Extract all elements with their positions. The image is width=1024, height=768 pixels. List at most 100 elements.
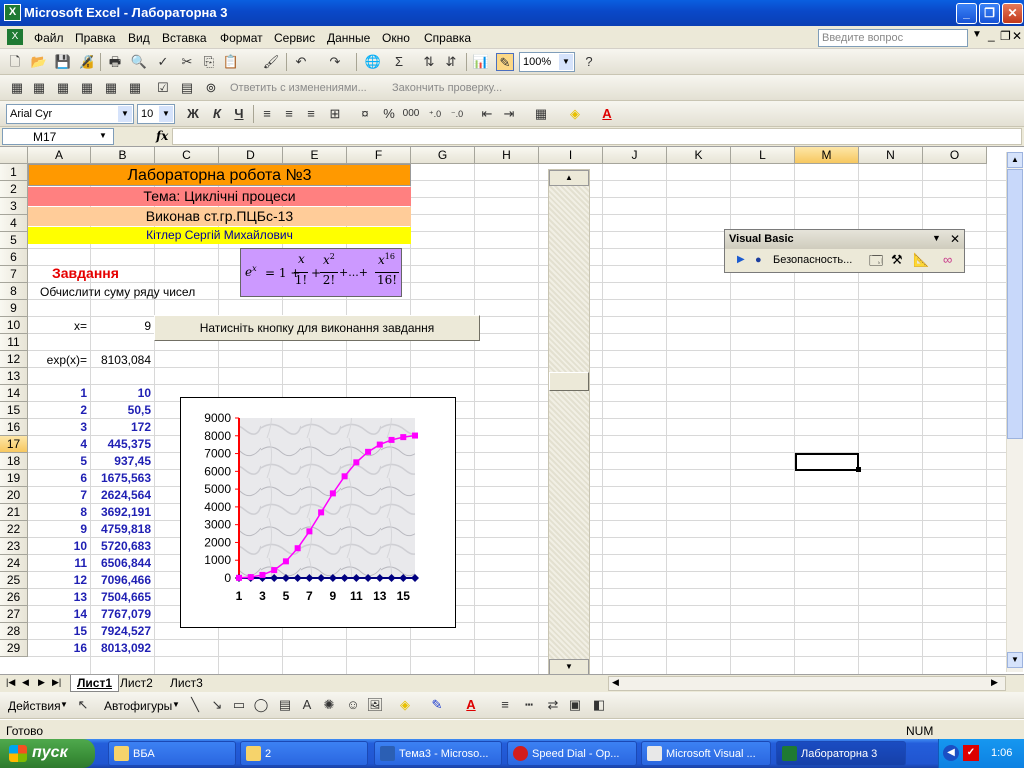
autoshapes-menu[interactable]: Автофигуры <box>104 699 172 713</box>
scrollbar-control[interactable]: ▲ ▼ <box>548 169 590 674</box>
scroll-thumb[interactable] <box>549 372 589 391</box>
series-formula-image[interactable]: ex = 1 + x 1! + x2 2! +...+ x16 16! <box>240 248 402 297</box>
row-header[interactable]: 11 <box>0 334 28 351</box>
row-header[interactable]: 26 <box>0 589 28 606</box>
menu-format[interactable]: Формат <box>220 31 263 45</box>
save-icon[interactable]: 💾 <box>54 53 72 71</box>
review-icon-3[interactable]: ▦ <box>54 79 72 97</box>
italic-button[interactable]: К <box>208 105 226 123</box>
font-size-select[interactable]: 10 ▼ <box>137 104 175 124</box>
chevron-down-icon[interactable]: ▼ <box>99 131 107 140</box>
column-header[interactable]: B <box>91 147 155 164</box>
chart-wizard-icon[interactable]: 📊 <box>472 53 490 71</box>
fill-handle[interactable] <box>856 467 861 472</box>
new-icon[interactable]: 🗋 <box>6 53 24 71</box>
thousands-button[interactable]: 000 <box>402 105 420 123</box>
table-sum-cell[interactable]: 5720,683 <box>91 538 154 555</box>
last-sheet-icon[interactable]: ▶| <box>52 677 61 688</box>
menu-view[interactable]: Вид <box>128 31 150 45</box>
task-excel[interactable]: Лабораторна 3 <box>776 741 906 766</box>
drawing-icon[interactable]: ✎ <box>496 53 514 71</box>
row-header[interactable]: 6 <box>0 249 28 266</box>
exp-value-cell[interactable]: 8103,084 <box>92 352 154 369</box>
close-icon[interactable]: ✕ <box>950 232 960 246</box>
open-icon[interactable]: 📂 <box>30 53 48 71</box>
protect-icon[interactable]: ⊚ <box>202 79 220 97</box>
increase-indent-icon[interactable]: ⇥ <box>500 105 518 123</box>
column-header[interactable]: D <box>219 147 283 164</box>
column-header[interactable]: J <box>603 147 667 164</box>
task-vba[interactable]: ВБА <box>108 741 236 766</box>
autosum-icon[interactable]: Σ <box>390 53 408 71</box>
run-macro-icon[interactable]: ▶ <box>737 254 745 265</box>
zoom-select[interactable]: 100% ▼ <box>519 52 575 72</box>
row-header[interactable]: 19 <box>0 470 28 487</box>
borders-icon[interactable]: ▦ <box>532 105 550 123</box>
restore-button[interactable]: ❐ <box>979 3 1000 24</box>
comment-icon[interactable]: ▤ <box>178 79 196 97</box>
select-objects-icon[interactable]: ↖ <box>74 696 92 714</box>
worksheet-grid[interactable]: ABCDEFGHIJKLMNO 1 2 3 4 5 6 7 8 9 10 11 12 13 14 15 16 1… <box>0 147 1024 674</box>
decrease-decimal-icon[interactable]: ⁻.0 <box>448 105 466 123</box>
antivirus-icon[interactable]: ✓ <box>963 745 979 761</box>
excel-app-icon[interactable]: X <box>4 4 21 21</box>
format-painter-icon[interactable]: 🖌 <box>262 53 280 71</box>
table-sum-cell[interactable]: 8013,092 <box>91 640 154 657</box>
column-header[interactable]: E <box>283 147 347 164</box>
merge-center-icon[interactable]: ⊞ <box>326 105 344 123</box>
table-index-cell[interactable]: 10 <box>28 538 90 555</box>
run-task-button[interactable]: Натисніть кнопку для виконання завдання <box>154 315 480 341</box>
sort-descending-icon[interactable]: ⇵ <box>442 53 460 71</box>
doc-restore-button[interactable]: ❐ <box>1000 29 1011 43</box>
align-left-icon[interactable]: ≡ <box>258 105 276 123</box>
table-index-cell[interactable]: 13 <box>28 589 90 606</box>
row-header[interactable]: 23 <box>0 538 28 555</box>
row-header[interactable]: 5 <box>0 232 28 249</box>
table-index-cell[interactable]: 6 <box>28 470 90 487</box>
row-header[interactable]: 22 <box>0 521 28 538</box>
column-header[interactable]: M <box>795 147 859 164</box>
vb-editor-icon[interactable]: 🗔 <box>869 252 883 274</box>
arrow-icon[interactable]: ↘ <box>208 696 226 714</box>
insert-function-icon[interactable]: fx <box>156 129 168 143</box>
3d-icon[interactable]: ◧ <box>590 696 608 714</box>
row-header[interactable]: 9 <box>0 300 28 317</box>
menu-window[interactable]: Окно <box>382 31 410 45</box>
currency-icon[interactable]: ¤ <box>356 105 374 123</box>
decrease-indent-icon[interactable]: ⇤ <box>478 105 496 123</box>
table-sum-cell[interactable]: 4759,818 <box>91 521 154 538</box>
control-toolbox-icon[interactable]: ⚒ <box>891 252 903 268</box>
review-icon-2[interactable]: ▦ <box>30 79 48 97</box>
sort-ascending-icon[interactable]: ⇅ <box>420 53 438 71</box>
bold-button[interactable]: Ж <box>184 105 202 123</box>
row-header[interactable]: 27 <box>0 606 28 623</box>
table-index-cell[interactable]: 16 <box>28 640 90 657</box>
doc-close-button[interactable]: ✕ <box>1012 29 1022 43</box>
start-button[interactable]: пуск <box>0 739 95 768</box>
column-header[interactable]: F <box>347 147 411 164</box>
picture-icon[interactable]: 🖼 <box>366 696 384 714</box>
author-group-cell[interactable]: Виконав ст.гр.ПЦБс-13 <box>28 207 411 226</box>
scroll-up-icon[interactable]: ▲ <box>1007 152 1023 168</box>
row-header[interactable]: 15 <box>0 402 28 419</box>
undo-icon[interactable]: ↶ <box>292 53 310 71</box>
sheet-tab-3[interactable]: Лист3 <box>170 676 203 690</box>
copy-icon[interactable]: ⎘ <box>200 53 218 71</box>
scroll-down-icon[interactable]: ▼ <box>1007 652 1023 668</box>
column-header[interactable]: N <box>859 147 923 164</box>
permission-icon[interactable]: 🔏 <box>78 53 96 71</box>
minimize-button[interactable]: _ <box>956 3 977 24</box>
column-header[interactable]: A <box>28 147 91 164</box>
end-review[interactable]: Закончить проверку... <box>392 82 502 94</box>
select-all-corner[interactable] <box>0 147 28 164</box>
fill-color-icon[interactable]: ◈ <box>396 696 414 714</box>
table-sum-cell[interactable]: 7504,665 <box>91 589 154 606</box>
series-chart[interactable]: 0 1000 2000 3000 4000 5000 6000 7000 8000 9000 1 3 5… <box>180 397 456 628</box>
name-box[interactable]: M17 <box>2 128 114 145</box>
column-header[interactable]: K <box>667 147 731 164</box>
table-sum-cell[interactable]: 6506,844 <box>91 555 154 572</box>
shadow-icon[interactable]: ▣ <box>566 696 584 714</box>
fill-color-icon[interactable]: ◈ <box>566 105 584 123</box>
menu-insert[interactable]: Вставка <box>162 31 207 45</box>
column-header[interactable]: I <box>539 147 603 164</box>
